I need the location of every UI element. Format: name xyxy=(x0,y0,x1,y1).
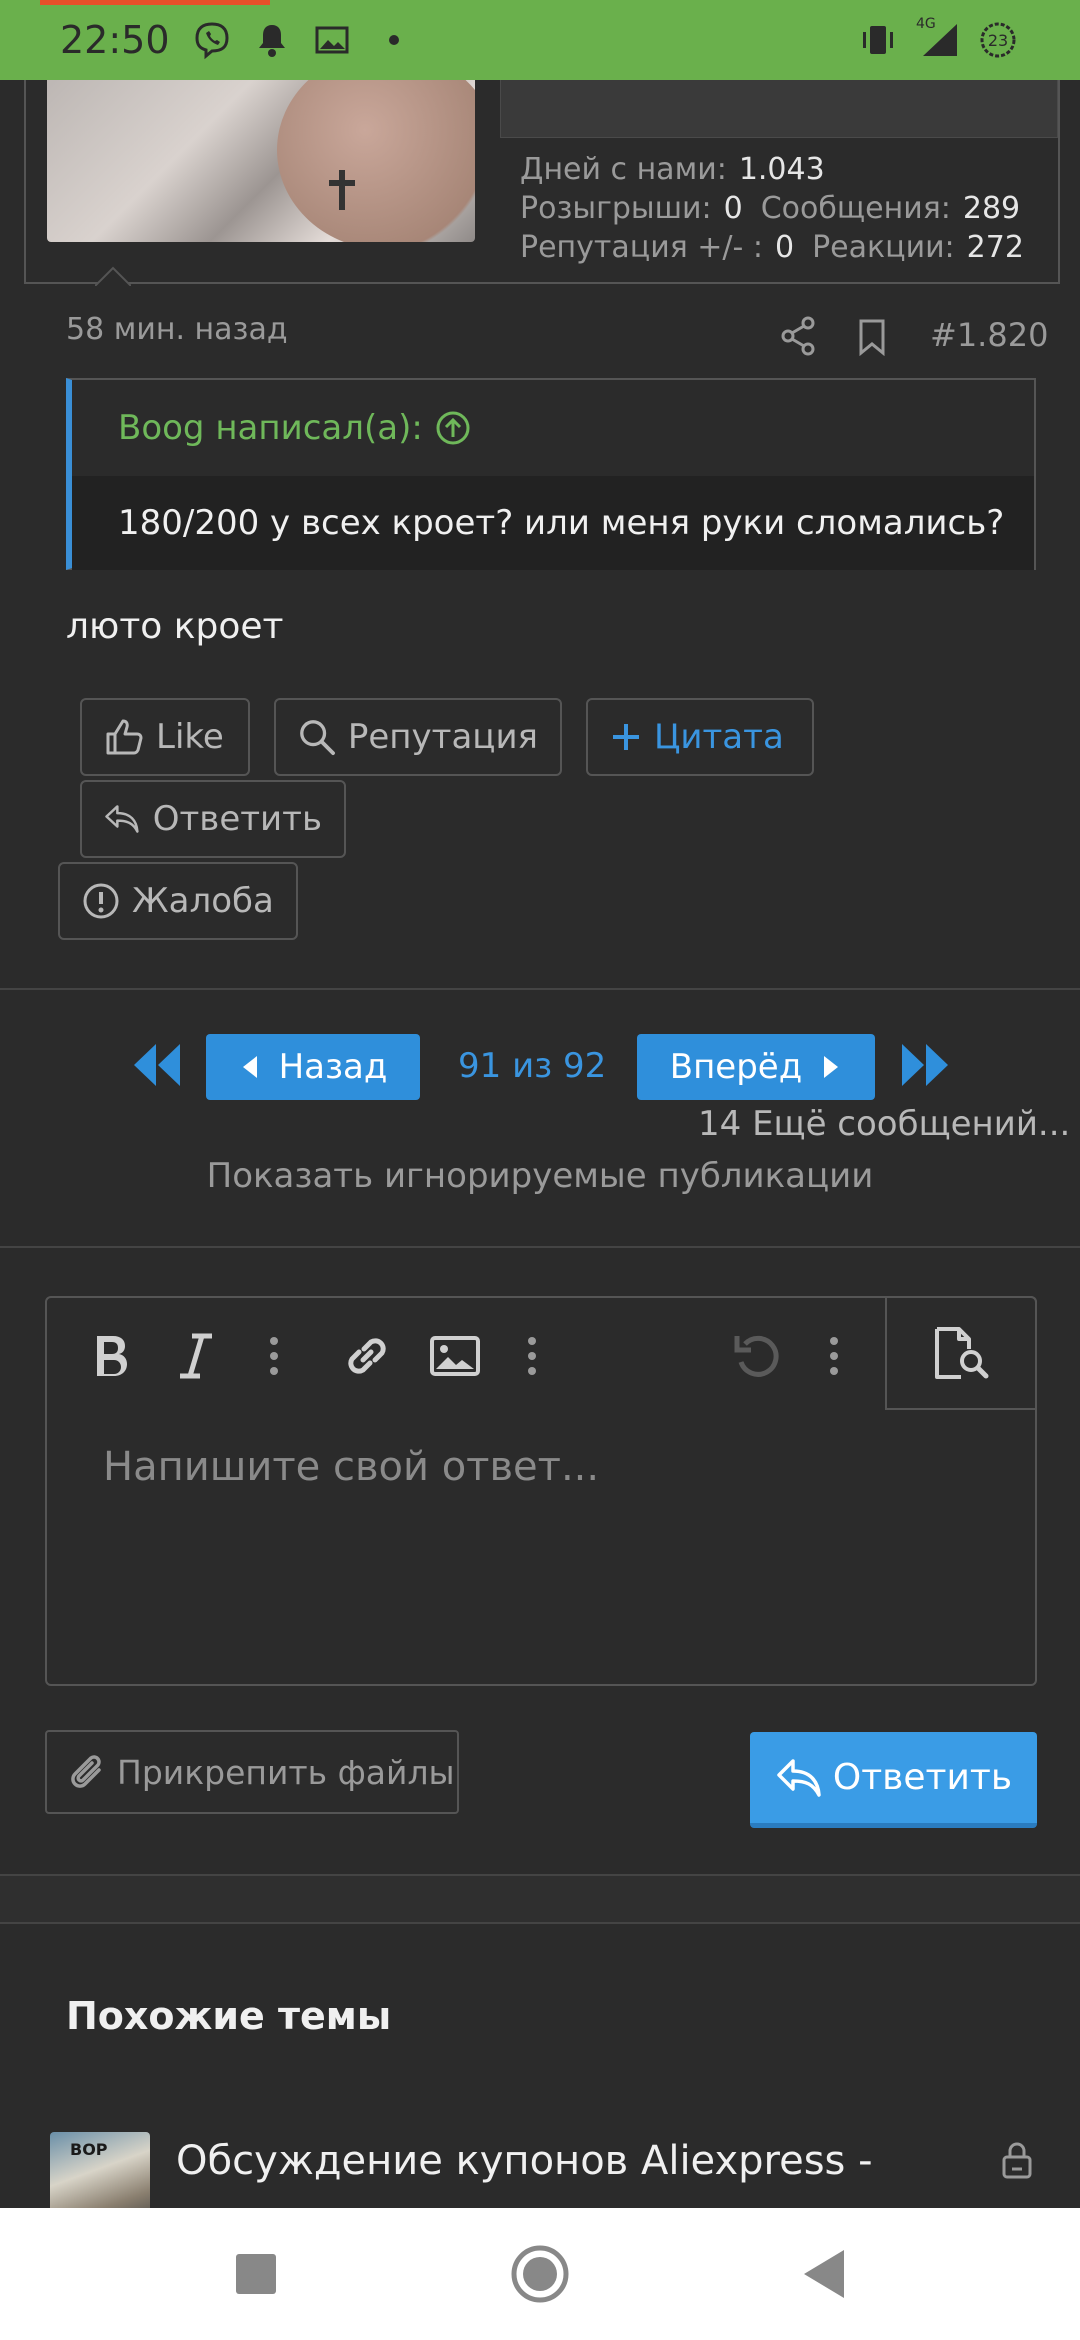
preview-icon xyxy=(935,1327,989,1379)
network-type: 4G xyxy=(916,16,936,32)
more-vertical-icon[interactable] xyxy=(819,1326,849,1386)
lock-icon xyxy=(1002,2142,1032,2179)
first-page-icon[interactable] xyxy=(130,1040,184,1090)
profile-banner xyxy=(500,80,1058,138)
italic-icon[interactable] xyxy=(171,1326,221,1386)
reply-post-button[interactable]: Ответить xyxy=(80,780,346,858)
arrow-up-circle-icon[interactable] xyxy=(435,410,471,446)
undo-icon[interactable] xyxy=(727,1326,787,1386)
viber-icon xyxy=(190,18,234,62)
bold-icon[interactable] xyxy=(83,1326,139,1386)
android-nav-bar xyxy=(0,2208,1080,2340)
quote-block: Boog написал(а): 180/200 у всех кроет? и… xyxy=(66,378,1036,570)
bookmark-icon[interactable] xyxy=(856,318,888,356)
stats-row-reputation: Репутация +/- :0 Реакции: 272 xyxy=(520,230,1024,265)
divider xyxy=(0,1922,1080,1924)
submit-reply-button[interactable]: Ответить xyxy=(750,1732,1037,1828)
quote-header[interactable]: Boog написал(а): xyxy=(72,380,1034,476)
user-stats: Дней с нами: 1.043 Розыгрыши: 0 Сообщения: 2… xyxy=(520,150,1042,267)
post-message: люто кроет xyxy=(66,606,284,647)
gallery-icon xyxy=(312,18,352,62)
vibrate-icon xyxy=(858,18,898,62)
more-messages-link[interactable]: 14 Ещё сообщений... xyxy=(698,1104,1070,1144)
divider xyxy=(0,988,1080,990)
battery-icon: 23 xyxy=(976,18,1020,62)
reply-icon xyxy=(105,805,139,833)
alert-circle-icon xyxy=(83,883,119,919)
caret-right-icon xyxy=(824,1056,839,1078)
reply-editor[interactable]: Напишите свой ответ... xyxy=(45,1296,1037,1686)
caret-left-icon xyxy=(242,1056,257,1078)
thread-title-link[interactable]: Обсуждение купонов Aliexpress - xyxy=(176,2138,873,2184)
report-button[interactable]: Жалоба xyxy=(58,862,298,940)
divider xyxy=(0,1246,1080,1248)
quote-text: 180/200 у всех кроет? или меня руки слом… xyxy=(72,476,1034,570)
profile-pointer-icon xyxy=(95,266,131,286)
prev-page-button[interactable]: Назад xyxy=(206,1034,420,1100)
dot-icon xyxy=(384,18,404,62)
thread-thumb-text: ВОР xyxy=(70,2140,108,2159)
last-page-icon[interactable] xyxy=(898,1040,952,1090)
section-spacer xyxy=(0,1876,1080,1924)
home-icon[interactable] xyxy=(510,2244,570,2304)
recents-icon[interactable] xyxy=(234,2252,278,2296)
quote-button[interactable]: Цитата xyxy=(586,698,814,776)
status-progress-line xyxy=(40,0,270,5)
link-icon[interactable] xyxy=(337,1326,397,1386)
reply-icon xyxy=(777,1758,821,1797)
post-number[interactable]: #1.820 xyxy=(930,316,1048,354)
status-time: 22:50 xyxy=(60,18,170,62)
image-icon[interactable] xyxy=(425,1326,485,1386)
reputation-button[interactable]: Репутация xyxy=(274,698,562,776)
avatar[interactable] xyxy=(47,80,475,242)
plus-icon xyxy=(613,724,639,750)
paperclip-icon xyxy=(71,1755,101,1788)
signal-icon: 4G xyxy=(914,16,964,62)
quote-author[interactable]: Boog написал(а): xyxy=(118,408,423,448)
attach-files-button[interactable]: Прикрепить файлы xyxy=(45,1730,459,1814)
reply-input[interactable]: Напишите свой ответ... xyxy=(103,1444,599,1490)
preview-button[interactable] xyxy=(885,1296,1037,1410)
post-time[interactable]: 58 мин. назад xyxy=(66,312,288,347)
more-vertical-icon[interactable] xyxy=(259,1326,289,1386)
search-icon xyxy=(300,720,335,755)
stats-row-giveaways: Розыгрыши: 0 Сообщения: 289 xyxy=(520,191,1021,226)
share-icon[interactable] xyxy=(780,316,816,356)
similar-threads-title: Похожие темы xyxy=(66,1994,392,2038)
more-vertical-icon[interactable] xyxy=(517,1326,547,1386)
back-icon[interactable] xyxy=(800,2248,848,2300)
show-ignored-link[interactable]: Показать игнорируемые публикации xyxy=(0,1156,1080,1196)
status-bar: 22:50 4G 23 xyxy=(0,0,1080,80)
battery-level: 23 xyxy=(987,30,1009,50)
like-button[interactable]: Like xyxy=(80,698,250,776)
bell-icon xyxy=(252,18,292,62)
next-page-button[interactable]: Вперёд xyxy=(637,1034,875,1100)
thumbs-up-icon xyxy=(106,719,143,755)
stats-row-days: Дней с нами: 1.043 xyxy=(520,152,825,187)
page-indicator[interactable]: 91 из 92 xyxy=(458,1046,606,1086)
